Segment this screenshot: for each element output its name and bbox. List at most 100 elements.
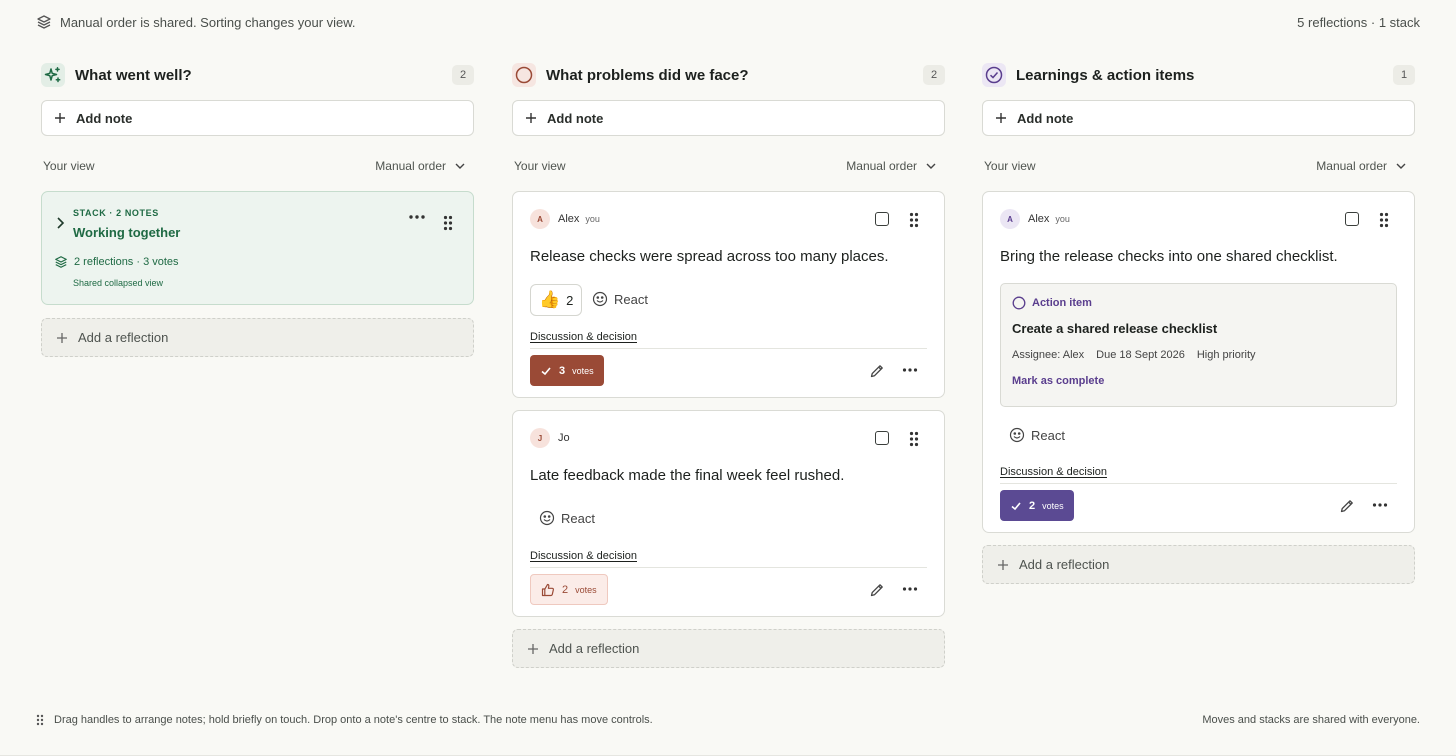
vote-button[interactable]: 2 votes [1000, 490, 1074, 521]
column-header: What problems did we face? 2 [512, 60, 945, 90]
react-button[interactable]: React [1009, 427, 1065, 443]
vote-count: 3 [559, 364, 566, 377]
sparkle-icon [41, 63, 65, 87]
discussion-link[interactable]: Discussion & decision [1000, 466, 1107, 478]
sort-label: Manual order [846, 159, 917, 173]
pencil-icon[interactable] [869, 582, 885, 598]
add-note-label: Add note [76, 110, 133, 126]
author-name: Alex [558, 213, 580, 225]
sort-dropdown[interactable]: Manual order [846, 159, 943, 173]
note-card[interactable]: A Alex you Bring the release checks into… [982, 191, 1415, 533]
discussion-link[interactable]: Discussion & decision [530, 550, 637, 562]
note-card[interactable]: J Jo Late feedback made the final week f… [512, 410, 945, 617]
circle-icon[interactable] [1012, 296, 1026, 310]
drag-handle-icon[interactable] [909, 431, 919, 447]
vote-unit: votes [1042, 500, 1064, 511]
more-options-icon[interactable] [902, 367, 918, 373]
column-title: What problems did we face? [546, 66, 749, 84]
react-label: React [561, 510, 595, 526]
you-tag: you [1055, 214, 1070, 224]
footer: Drag handles to arrange notes; hold brie… [36, 712, 1420, 728]
note-text: Late feedback made the final week feel r… [530, 467, 845, 484]
vote-count: 2 [1029, 499, 1036, 512]
note-card[interactable]: A Alex you Release checks were spread ac… [512, 191, 945, 398]
view-label: Your view [984, 159, 1036, 173]
chevron-down-icon [454, 160, 466, 172]
view-row: Your view Manual order [41, 158, 474, 174]
note-text: Bring the release checks into one shared… [1000, 248, 1338, 265]
more-options-icon[interactable] [408, 214, 426, 220]
column-learnings: Learnings & action items 1 Add note Your… [982, 60, 1415, 584]
circle-icon [512, 63, 536, 87]
smiley-icon [592, 291, 608, 307]
action-item-title: Create a shared release checklist [1012, 321, 1218, 336]
add-note-label: Add note [547, 110, 604, 126]
react-button[interactable]: React [539, 510, 595, 526]
layers-icon [54, 255, 68, 269]
plus-icon [997, 559, 1009, 571]
smiley-icon [539, 510, 555, 526]
add-reflection-button[interactable]: Add a reflection [512, 629, 945, 668]
thumbs-up-icon [541, 583, 555, 597]
plus-icon [995, 112, 1007, 124]
select-checkbox[interactable] [875, 431, 889, 445]
sort-dropdown[interactable]: Manual order [375, 159, 472, 173]
drag-handle-icon [36, 714, 44, 726]
note-author: A Alex you [530, 209, 600, 229]
react-label: React [1031, 427, 1065, 443]
stack-card[interactable]: STACK · 2 NOTES Working together 2 refle… [41, 191, 474, 305]
avatar: A [530, 209, 550, 229]
mark-complete-button[interactable]: Mark as complete [1012, 375, 1104, 387]
more-options-icon[interactable] [902, 586, 918, 592]
drag-handle-icon[interactable] [909, 212, 919, 228]
stack-title: Working together [73, 225, 181, 240]
vote-button[interactable]: 2 votes [530, 574, 608, 605]
react-label: React [614, 291, 648, 307]
stack-summary: 2 reflections · 3 votes [54, 255, 179, 269]
you-tag: you [585, 214, 600, 224]
vote-unit: votes [575, 584, 597, 595]
add-note-button[interactable]: Add note [41, 100, 474, 136]
action-item-priority: High priority [1196, 349, 1256, 361]
add-reflection-button[interactable]: Add a reflection [41, 318, 474, 357]
select-checkbox[interactable] [1345, 212, 1359, 226]
add-reflection-label: Add a reflection [549, 641, 640, 656]
column-count-badge: 2 [923, 65, 945, 85]
discussion-link[interactable]: Discussion & decision [530, 331, 637, 343]
reaction-chip[interactable]: 👍 2 [530, 284, 583, 316]
sort-label: Manual order [1316, 159, 1387, 173]
column-count-badge: 1 [1393, 65, 1415, 85]
more-options-icon[interactable] [1372, 502, 1388, 508]
react-button[interactable]: React [592, 291, 648, 307]
top-bar: Manual order is shared. Sorting changes … [36, 12, 1420, 32]
footer-shared-text: Moves and stacks are shared with everyon… [1202, 714, 1420, 726]
author-name: Jo [558, 432, 570, 444]
avatar: J [530, 428, 550, 448]
stack-shared-label: Shared collapsed view [73, 278, 164, 288]
plus-icon [54, 112, 66, 124]
add-note-button[interactable]: Add note [512, 100, 945, 136]
add-note-button[interactable]: Add note [982, 100, 1415, 136]
pencil-icon[interactable] [869, 363, 885, 379]
add-reflection-button[interactable]: Add a reflection [982, 545, 1415, 584]
action-item-meta: Assignee: Alex Due 18 Sept 2026 High pri… [1012, 349, 1256, 361]
check-icon [1010, 500, 1022, 512]
check-circle-icon [982, 63, 1006, 87]
chevron-right-icon[interactable] [54, 216, 66, 230]
sort-dropdown[interactable]: Manual order [1316, 159, 1413, 173]
drag-handle-icon[interactable] [1379, 212, 1389, 228]
note-author: A Alex you [1000, 209, 1070, 229]
drag-handle-icon[interactable] [443, 215, 453, 231]
select-checkbox[interactable] [875, 212, 889, 226]
vote-button[interactable]: 3 votes [530, 355, 604, 386]
view-label: Your view [514, 159, 566, 173]
pencil-icon[interactable] [1339, 498, 1355, 514]
top-notice-text: Manual order is shared. Sorting changes … [60, 14, 356, 30]
column-header: Learnings & action items 1 [982, 60, 1415, 90]
plus-icon [527, 643, 539, 655]
note-author: J Jo [530, 428, 570, 448]
footer-hint-text: Drag handles to arrange notes; hold brie… [54, 714, 653, 726]
column-what-went-well: What went well? 2 Add note Your view Man… [41, 60, 474, 357]
action-item-label-text: Action item [1032, 297, 1092, 309]
vote-count: 2 [562, 583, 569, 596]
